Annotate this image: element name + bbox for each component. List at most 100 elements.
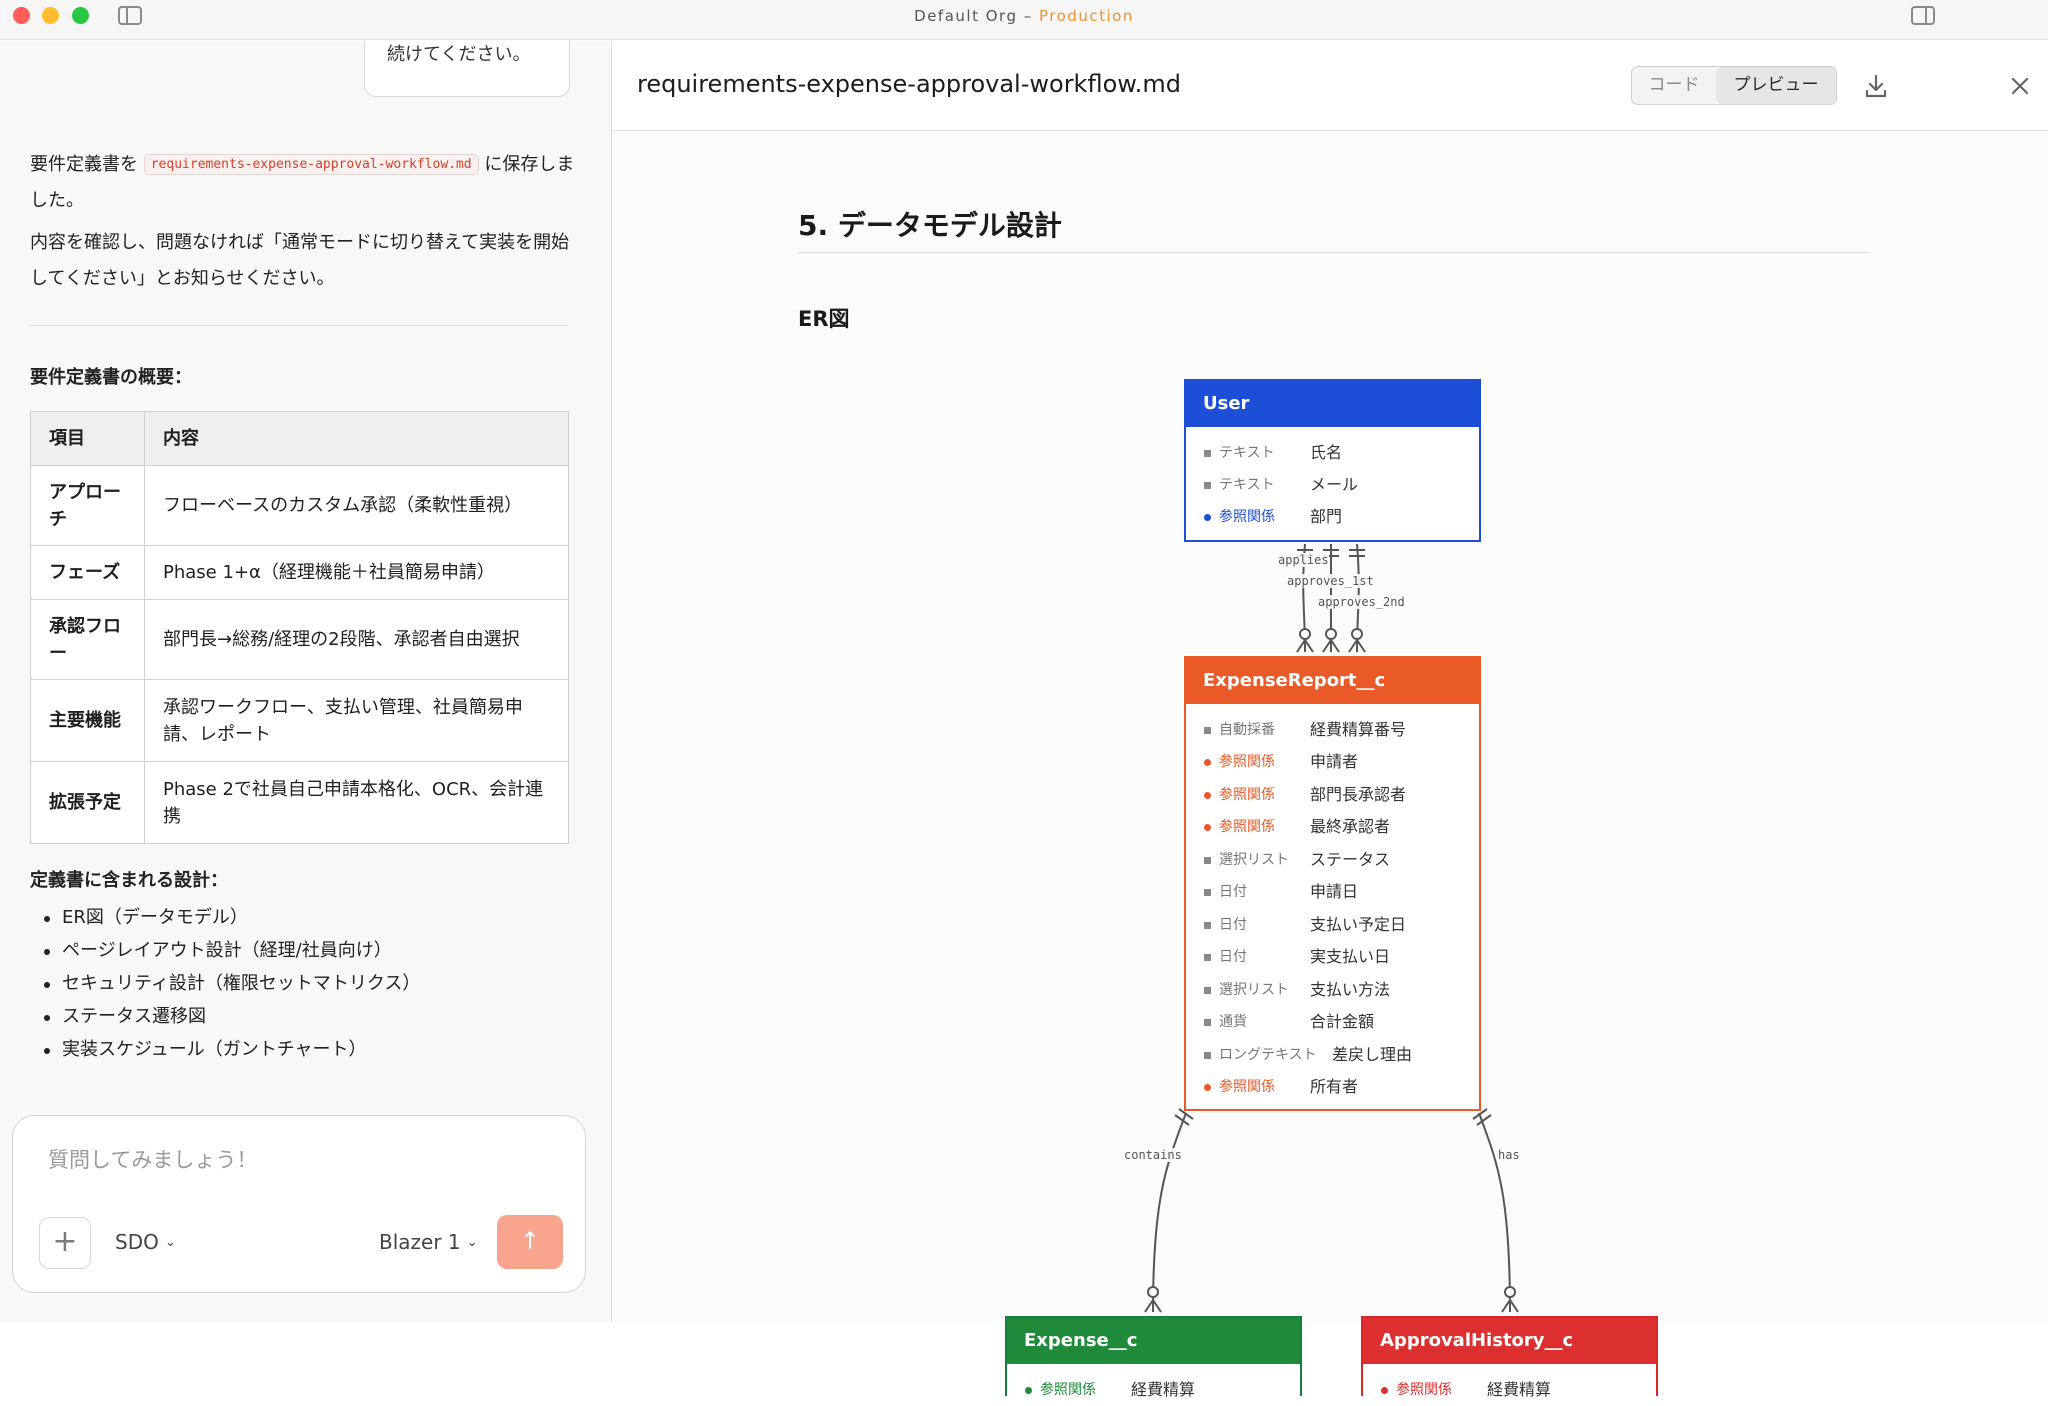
org-name: Default Org bbox=[914, 7, 1018, 25]
field-marker-icon bbox=[1204, 482, 1211, 489]
tab-preview[interactable]: プレビュー bbox=[1716, 67, 1836, 104]
field-type: 選択リスト bbox=[1219, 852, 1289, 868]
title-bar: Default Org – Production bbox=[0, 0, 2048, 40]
field-name: 最終承認者 bbox=[1310, 817, 1391, 836]
field-type: 参照関係 bbox=[1040, 1382, 1096, 1398]
field-marker-icon bbox=[1204, 889, 1211, 896]
list-item: セキュリティ設計（権限セットマトリクス） bbox=[38, 967, 420, 1000]
field-name: 支払い方法 bbox=[1310, 980, 1391, 999]
field-marker-icon bbox=[1204, 450, 1211, 457]
field-name: 申請日 bbox=[1310, 882, 1359, 901]
cardinality-marker bbox=[1299, 628, 1311, 640]
table-row: フェーズ Phase 1+α（経理機能＋社員簡易申請） bbox=[30, 545, 569, 600]
list-item: ステータス遷移図 bbox=[38, 1000, 420, 1033]
field-type: 日付 bbox=[1219, 917, 1247, 933]
user-message-bubble: 続けてください。 bbox=[364, 41, 570, 97]
table-cell-key: 拡張予定 bbox=[30, 761, 145, 844]
saved-prefix: 要件定義書を bbox=[30, 154, 138, 175]
field-name: メール bbox=[1310, 475, 1359, 494]
table-cell-value: 承認ワークフロー、支払い管理、社員簡易申請、レポート bbox=[144, 679, 569, 762]
table-cell-value: Phase 2で社員自己申請本格化、OCR、会計連携 bbox=[144, 761, 569, 844]
cardinality-marker bbox=[1325, 628, 1337, 640]
send-button[interactable]: ↑ bbox=[497, 1215, 563, 1269]
overview-heading: 要件定義書の概要： bbox=[30, 367, 192, 388]
saved-file-code: requirements-expense-approval-workflow.m… bbox=[143, 154, 479, 175]
field-type: テキスト bbox=[1219, 445, 1275, 461]
field-name: 部門 bbox=[1310, 507, 1343, 526]
table-cell-key: フェーズ bbox=[30, 545, 145, 600]
field-name: 経費精算番号 bbox=[1310, 720, 1407, 739]
field-marker-icon bbox=[1204, 922, 1211, 929]
list-item: 実装スケジュール（ガントチャート） bbox=[38, 1033, 420, 1066]
assistant-message-confirm: 内容を確認し、問題なければ「通常モードに切り替えて実装を開始してください」とお知… bbox=[30, 232, 570, 289]
message-input[interactable] bbox=[48, 1144, 548, 1184]
assistant-message-saved: 要件定義書を requirements-expense-approval-wor… bbox=[30, 147, 575, 219]
reference-marker-icon bbox=[1381, 1387, 1388, 1394]
entity-title: User bbox=[1186, 381, 1479, 427]
relation-label-approves-1st: approves_1st bbox=[1287, 574, 1374, 588]
table-row: 主要機能 承認ワークフロー、支払い管理、社員簡易申請、レポート bbox=[30, 679, 569, 762]
reference-marker-icon bbox=[1204, 792, 1211, 799]
close-panel-button[interactable] bbox=[2003, 69, 2037, 103]
field-marker-icon bbox=[1204, 857, 1211, 864]
relation-label-has: has bbox=[1498, 1148, 1520, 1162]
tab-code[interactable]: コード bbox=[1632, 67, 1716, 104]
field-type: 通貨 bbox=[1219, 1014, 1247, 1030]
cardinality-marker bbox=[1147, 1286, 1159, 1298]
field-name: 経費精算 bbox=[1487, 1380, 1552, 1399]
table-row: 承認フロー 部門長→総務/経理の2段階、承認者自由選択 bbox=[30, 599, 569, 680]
table-cell-value: Phase 1+α（経理機能＋社員簡易申請） bbox=[144, 545, 569, 600]
overview-table: 項目 内容 アプローチ フローベースのカスタム承認（柔軟性重視） フェーズ Ph… bbox=[30, 411, 569, 844]
entity-user: User テキスト 氏名 テキスト メール 参照関係 部門 bbox=[1184, 379, 1481, 542]
document-header: requirements-expense-approval-workflow.m… bbox=[613, 41, 2048, 131]
field-marker-icon bbox=[1204, 1052, 1211, 1059]
view-toggle: コード プレビュー bbox=[1631, 66, 1837, 105]
field-type: 日付 bbox=[1219, 884, 1247, 900]
model-select[interactable]: Blazer 1 ⌄ bbox=[379, 1230, 478, 1254]
field-marker-icon bbox=[1204, 727, 1211, 734]
cardinality-marker bbox=[1351, 628, 1363, 640]
table-cell-value: 部門長→総務/経理の2段階、承認者自由選択 bbox=[144, 599, 569, 680]
model-select-value: Blazer 1 bbox=[379, 1230, 461, 1254]
field-name: ステータス bbox=[1310, 850, 1391, 869]
field-marker-icon bbox=[1204, 987, 1211, 994]
right-sidebar-toggle-icon[interactable] bbox=[1911, 6, 1935, 25]
relation-line-contains bbox=[1152, 1112, 1187, 1313]
field-name: 支払い予定日 bbox=[1310, 915, 1407, 934]
table-cell-value: フローベースのカスタム承認（柔軟性重視） bbox=[144, 465, 569, 546]
table-header-content: 内容 bbox=[144, 411, 569, 466]
message-composer: + SDO ⌄ Blazer 1 ⌄ ↑ bbox=[12, 1115, 586, 1293]
field-name: 実支払い日 bbox=[1310, 947, 1391, 966]
relation-label-applies: applies bbox=[1278, 553, 1329, 567]
field-type: 選択リスト bbox=[1219, 982, 1289, 998]
document-body: 5. データモデル設計 ER図 applies approves_1st app… bbox=[613, 132, 2048, 1399]
reference-marker-icon bbox=[1204, 824, 1211, 831]
field-name: 所有者 bbox=[1310, 1077, 1359, 1096]
download-button[interactable] bbox=[1859, 69, 1893, 103]
field-type: 参照関係 bbox=[1219, 509, 1275, 525]
design-heading: 定義書に含まれる設計： bbox=[30, 870, 228, 891]
table-header-item: 項目 bbox=[30, 411, 145, 466]
field-type: 参照関係 bbox=[1219, 754, 1275, 770]
field-name: 差戻し理由 bbox=[1332, 1045, 1413, 1064]
org-select[interactable]: SDO ⌄ bbox=[115, 1230, 176, 1254]
field-type: テキスト bbox=[1219, 477, 1275, 493]
table-row: 拡張予定 Phase 2で社員自己申請本格化、OCR、会計連携 bbox=[30, 761, 569, 844]
entity-approval-history: ApprovalHistory__c 参照関係 経費精算 bbox=[1361, 1316, 1658, 1399]
field-marker-icon bbox=[1204, 954, 1211, 961]
field-type: 参照関係 bbox=[1219, 787, 1275, 803]
relation-label-contains: contains bbox=[1124, 1148, 1182, 1162]
environment-label: Production bbox=[1039, 7, 1134, 25]
add-attachment-button[interactable]: + bbox=[39, 1217, 91, 1269]
relation-label-approves-2nd: approves_2nd bbox=[1318, 595, 1405, 609]
list-item: ER図（データモデル） bbox=[38, 901, 420, 934]
title-separator: – bbox=[1017, 7, 1040, 25]
cardinality-marker bbox=[1504, 1286, 1516, 1298]
table-row: アプローチ フローベースのカスタム承認（柔軟性重視） bbox=[30, 465, 569, 546]
field-marker-icon bbox=[1204, 1019, 1211, 1026]
field-type: ロングテキスト bbox=[1219, 1047, 1317, 1063]
field-type: 参照関係 bbox=[1219, 819, 1275, 835]
document-preview-panel: requirements-expense-approval-workflow.m… bbox=[613, 41, 2048, 1399]
entity-expense-report: ExpenseReport__c 自動採番 経費精算番号 参照関係 申請者 参照関係… bbox=[1184, 656, 1481, 1111]
divider bbox=[30, 325, 568, 326]
